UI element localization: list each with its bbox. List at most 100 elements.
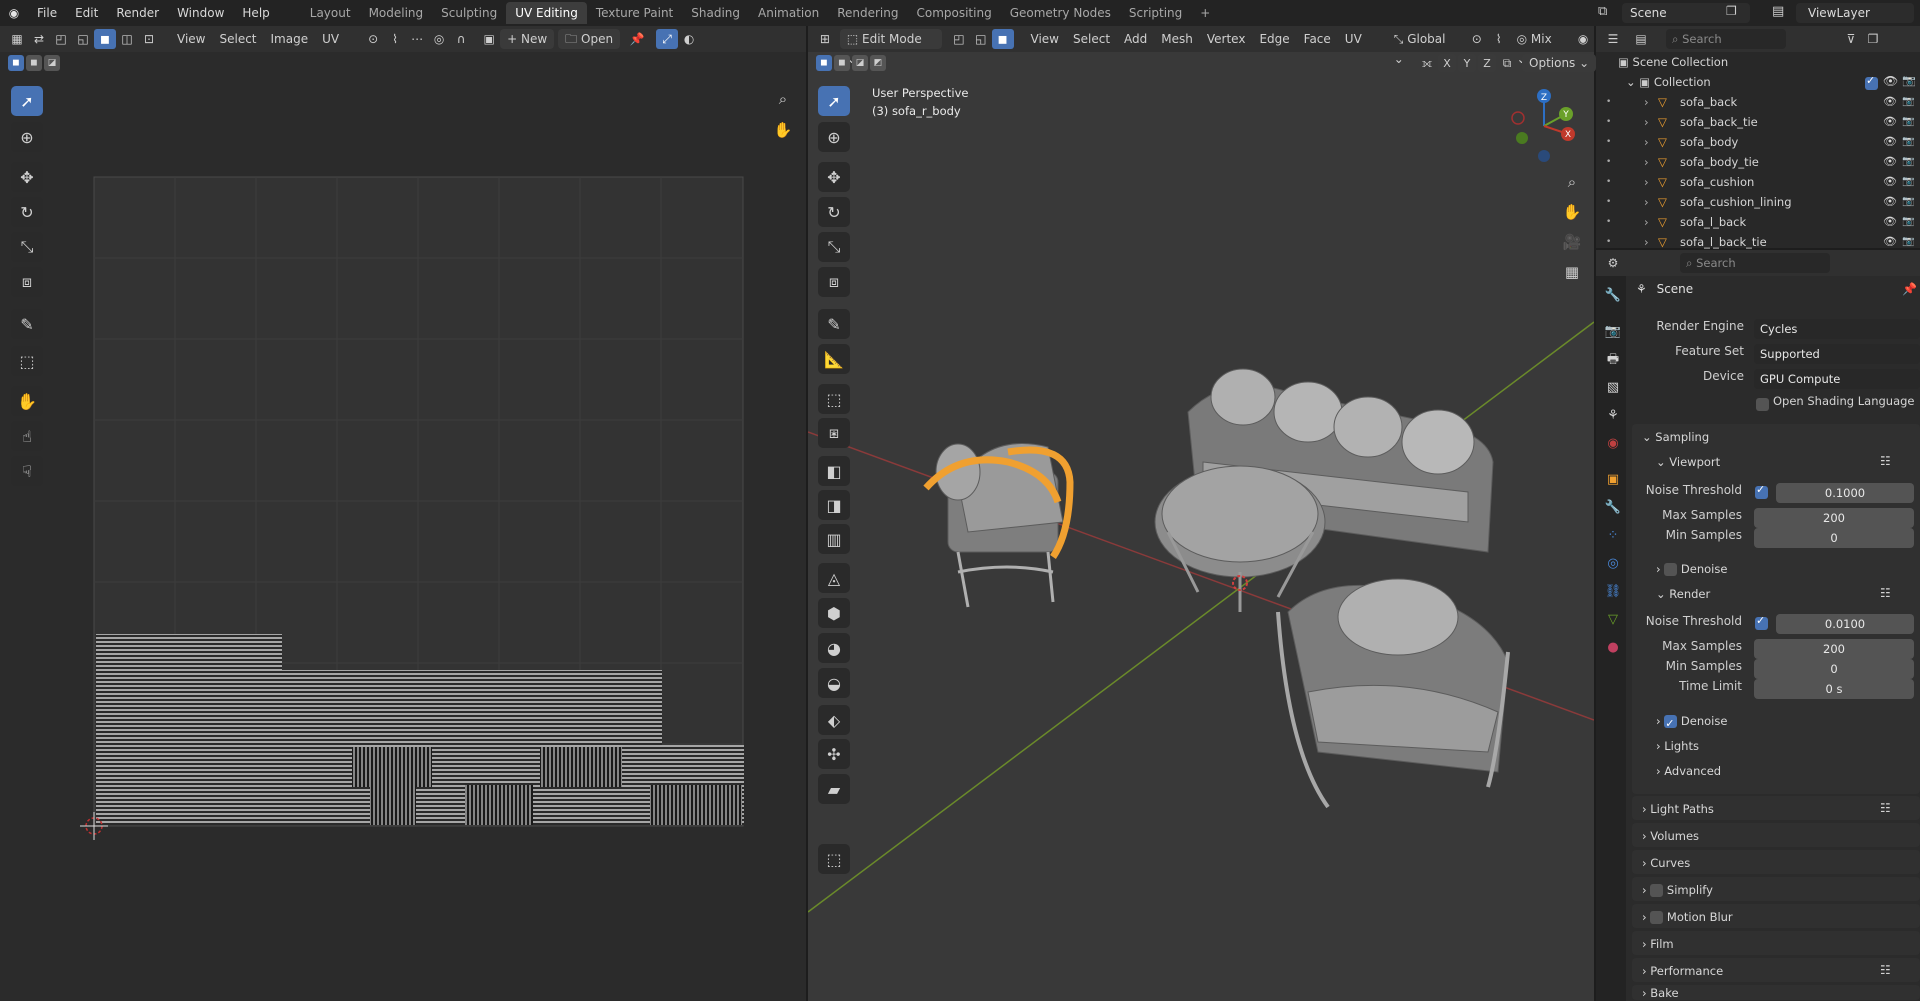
viewport-noise-field[interactable]: 0.1000 [1776, 483, 1914, 503]
add-workspace-button[interactable]: + [1191, 2, 1219, 24]
vp-ortho-grid-icon[interactable]: ▦ [1559, 259, 1585, 285]
outliner-item[interactable]: • › ▽ sofa_body_tie 👁 📷 [1606, 152, 1920, 172]
tab-modifiers-icon[interactable]: 🔧 [1603, 498, 1623, 518]
simplify-panel-header[interactable]: › Simplify [1642, 878, 1713, 902]
vp-tool-select[interactable]: ➚ [818, 86, 850, 116]
vp-tool-rotate[interactable]: ↻ [818, 197, 850, 227]
menu-file[interactable]: File [28, 0, 66, 26]
viewport-noise-checkbox[interactable] [1755, 483, 1768, 499]
uv-menu-select[interactable]: Select [212, 29, 263, 49]
new-image-button[interactable]: + New [500, 29, 555, 49]
pin-icon[interactable]: 📌 [626, 29, 648, 49]
tab-sculpting[interactable]: Sculpting [432, 2, 506, 24]
menu-render[interactable]: Render [107, 0, 168, 26]
viewport-denoise-checkbox[interactable] [1664, 563, 1678, 576]
tab-tool-icon[interactable]: 🔧 [1603, 286, 1623, 306]
tab-constraints-icon[interactable]: ⛓ [1603, 582, 1623, 602]
outliner-item[interactable]: • › ▽ sofa_l_back 👁 📷 [1606, 212, 1920, 232]
collection-eye-icon[interactable]: 👁 [1883, 74, 1898, 88]
device-dropdown[interactable]: GPU Compute [1754, 369, 1920, 389]
vp-camera-icon[interactable]: 🎥 [1559, 229, 1585, 255]
vp-tool-add-cube[interactable]: ⬚ [818, 384, 850, 414]
volumes-panel-header[interactable]: › Volumes [1642, 824, 1699, 848]
render-max-field[interactable]: 200 [1754, 639, 1914, 659]
vp-tool-shear[interactable]: ▰ [818, 774, 850, 804]
island-select-icon[interactable]: ◫ [116, 29, 138, 49]
properties-search[interactable]: ⌕ Search [1680, 253, 1830, 273]
properties-type-icon[interactable]: ⚙ [1602, 253, 1624, 273]
light-paths-panel-header[interactable]: › Light Paths [1642, 797, 1714, 821]
menu-help[interactable]: Help [233, 0, 278, 26]
vp-tool-spin[interactable]: ◕ [818, 633, 850, 663]
outliner-item[interactable]: • › ▽ sofa_body 👁 📷 [1606, 132, 1920, 152]
outliner-type-icon[interactable]: ☰ [1602, 29, 1624, 49]
tab-modeling[interactable]: Modeling [360, 2, 433, 24]
vp-tool-rip[interactable]: ⬚ [818, 844, 850, 874]
curves-panel-header[interactable]: › Curves [1642, 851, 1690, 875]
expand-arrow-icon[interactable]: › [1644, 152, 1649, 172]
sync-selection-icon[interactable]: ⇄ [28, 29, 50, 49]
uv-menu-view[interactable]: View [170, 29, 212, 49]
outliner-item[interactable]: • › ▽ sofa_l_back_tie 👁 📷 [1606, 232, 1920, 252]
visibility-dot-icon[interactable]: • [1606, 92, 1611, 112]
viewport-subpanel-header[interactable]: ⌄ Viewport [1656, 450, 1720, 474]
vp-tool-smooth[interactable]: ◒ [818, 668, 850, 698]
camera-render-icon[interactable]: 📷 [1902, 212, 1914, 232]
render-subpanel-header[interactable]: ⌄ Render [1656, 582, 1710, 606]
visibility-dot-icon[interactable]: • [1606, 192, 1611, 212]
advanced-subpanel[interactable]: › Advanced [1656, 759, 1721, 783]
outliner-search[interactable]: ⌕ Search [1666, 29, 1786, 49]
viewport-max-field[interactable]: 200 [1754, 508, 1914, 528]
vp-menu-select[interactable]: Select [1066, 29, 1117, 49]
snap-icon[interactable]: ⌇ [384, 29, 406, 49]
camera-render-icon[interactable]: 📷 [1902, 192, 1914, 212]
display-mode-icon[interactable]: ▤ [1630, 29, 1652, 49]
expand-arrow-icon[interactable]: › [1644, 112, 1649, 132]
eye-icon[interactable]: 👁 [1883, 152, 1897, 172]
motion-blur-panel-checkbox[interactable] [1650, 911, 1664, 924]
proportional-icon[interactable]: ◎ [428, 29, 450, 49]
vp-tool-move[interactable]: ✥ [818, 162, 850, 192]
vp-menu-add[interactable]: Add [1117, 29, 1154, 49]
render-presets-icon[interactable]: ☷ [1880, 586, 1891, 600]
sticky-mode-icon[interactable]: ⊡ [138, 29, 160, 49]
vp-tool-extrude[interactable]: ⧆ [818, 418, 850, 448]
expand-arrow-icon[interactable]: › [1644, 172, 1649, 192]
collection-expand-icon[interactable]: ⌄ [1626, 75, 1639, 89]
proportional-falloff-icon[interactable]: ◉ [1572, 29, 1594, 49]
tab-view-layer-icon[interactable]: ▧ [1603, 378, 1623, 398]
eye-icon[interactable]: 👁 [1883, 112, 1897, 132]
visibility-dot-icon[interactable]: • [1606, 232, 1611, 252]
film-panel[interactable] [1632, 931, 1920, 955]
performance-panel-header[interactable]: › Performance [1642, 959, 1723, 983]
visibility-dot-icon[interactable]: • [1606, 132, 1611, 152]
collection-visible-checkbox[interactable] [1865, 74, 1878, 90]
presets-icon[interactable]: ☷ [1880, 963, 1891, 977]
navigation-gizmo[interactable]: Z Y X [1504, 86, 1584, 166]
face-mode-icon[interactable]: ◼ [991, 29, 1014, 49]
edge-mode-icon[interactable]: ◱ [970, 29, 992, 49]
vp-menu-mesh[interactable]: Mesh [1154, 29, 1200, 49]
outliner-scene-collection[interactable]: ▣ Scene Collection [1618, 52, 1920, 72]
new-collection-icon[interactable]: ❐ [1862, 29, 1884, 49]
vp-tool-loop-cut[interactable]: ▥ [818, 524, 850, 554]
falloff-icon[interactable]: ∩ [450, 29, 472, 49]
tab-rendering[interactable]: Rendering [828, 2, 907, 24]
vp-tool-bevel[interactable]: ◨ [818, 490, 850, 520]
vp-pan-icon[interactable]: ✋ [1559, 199, 1585, 225]
bake-panel-header[interactable]: › Bake [1642, 986, 1679, 1000]
viewport-editor-type-icon[interactable]: ⊞ [814, 29, 836, 49]
visibility-dot-icon[interactable]: • [1606, 152, 1611, 172]
proportional-edit[interactable]: ◎ Mix ⌄ [1510, 29, 1573, 66]
tab-physics-icon[interactable]: ◎ [1603, 554, 1623, 574]
tab-texture-paint[interactable]: Texture Paint [587, 2, 682, 24]
vp-tool-transform[interactable]: ⧈ [818, 267, 850, 297]
film-panel-header[interactable]: › Film [1642, 932, 1674, 956]
pin-properties-icon[interactable]: 📌 [1902, 282, 1917, 296]
expand-arrow-icon[interactable]: › [1644, 232, 1649, 252]
uv-menu-uv[interactable]: UV [315, 29, 346, 49]
tab-world-icon[interactable]: ◉ [1603, 434, 1623, 454]
camera-render-icon[interactable]: 📷 [1902, 112, 1914, 132]
vp-menu-edge[interactable]: Edge [1252, 29, 1296, 49]
camera-render-icon[interactable]: 📷 [1902, 152, 1914, 172]
